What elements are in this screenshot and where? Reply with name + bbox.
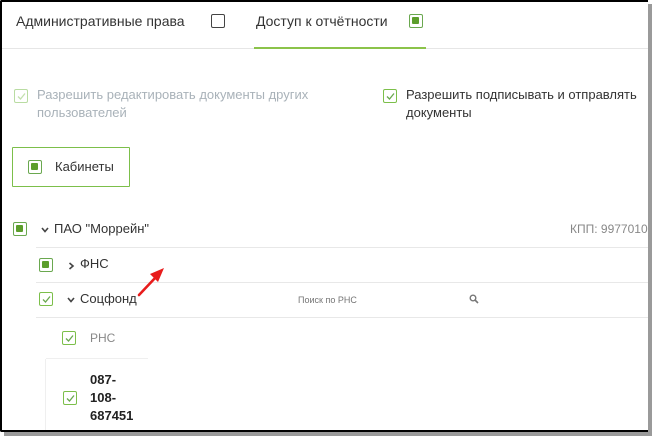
- org-kpp: КПП: 9977010: [570, 222, 648, 236]
- edit-others-docs-label-1: Разрешить редактировать документы других: [37, 87, 309, 102]
- rns-search-input[interactable]: [298, 292, 484, 308]
- rns-item-card[interactable]: 087- 108- 687451: [46, 359, 148, 430]
- edit-others-docs-checkbox[interactable]: [14, 89, 28, 103]
- rns-item-checkbox[interactable]: [63, 391, 77, 405]
- socfond-label[interactable]: Соцфонд: [80, 291, 137, 306]
- rns-column-header: РНС: [90, 331, 116, 345]
- socfond-checkbox[interactable]: [39, 292, 53, 306]
- sign-send-docs-label-1: Разрешить подписывать и отправлять: [406, 87, 637, 102]
- rns-number-part2: 108-: [90, 390, 117, 405]
- chevron-right-icon[interactable]: [66, 261, 76, 271]
- cabinets-button[interactable]: Кабинеты: [12, 147, 130, 187]
- annotation-arrow-icon: [137, 268, 164, 297]
- rns-number-part3: 687451: [90, 408, 134, 423]
- org-checkbox[interactable]: [13, 222, 27, 236]
- fns-checkbox[interactable]: [39, 258, 53, 272]
- frame-shadow-bottom: [4, 432, 652, 436]
- tab-admin-rights[interactable]: Административные права: [16, 13, 185, 29]
- sign-send-docs-label-2: документы: [406, 105, 472, 120]
- edit-others-docs-label-2: пользователей: [37, 105, 127, 120]
- rns-header-checkbox[interactable]: [62, 331, 76, 345]
- org-name[interactable]: ПАО "Моррейн": [54, 221, 149, 236]
- check-icon: [17, 93, 26, 100]
- fns-label[interactable]: ФНС: [80, 256, 109, 271]
- check-icon: [386, 93, 395, 100]
- check-icon: [65, 335, 74, 342]
- check-icon: [42, 296, 51, 303]
- tab-reporting-access[interactable]: Доступ к отчётности: [256, 13, 388, 29]
- frame-shadow-right: [648, 4, 652, 436]
- rns-number-part1: 087-: [90, 372, 117, 387]
- admin-rights-checkbox[interactable]: [211, 14, 225, 28]
- chevron-down-icon[interactable]: [66, 295, 76, 305]
- chevron-down-icon[interactable]: [40, 225, 50, 235]
- cabinets-checkbox[interactable]: [28, 160, 42, 174]
- cabinets-label: Кабинеты: [55, 159, 114, 174]
- active-tab-indicator: [254, 47, 426, 49]
- row-divider: [36, 317, 648, 318]
- row-divider: [36, 282, 648, 283]
- row-divider: [36, 247, 648, 248]
- search-icon[interactable]: [469, 294, 479, 304]
- reporting-access-checkbox[interactable]: [409, 14, 423, 28]
- check-icon: [66, 395, 75, 402]
- sign-send-docs-checkbox[interactable]: [383, 89, 397, 103]
- screenshot-frame: Административные права Доступ к отчётнос…: [0, 0, 648, 432]
